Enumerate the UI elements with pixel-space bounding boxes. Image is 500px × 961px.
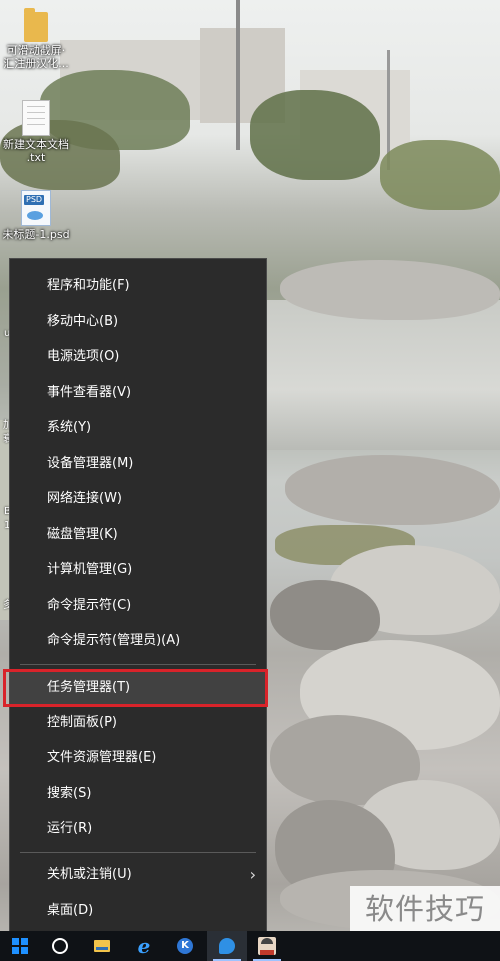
menu-item-label: 关机或注销(U) <box>47 867 132 882</box>
desktop-icon-label: 汇注册汉化... <box>3 57 69 70</box>
menu-item-file-explorer[interactable]: 文件资源管理器(E) <box>10 740 266 775</box>
file-explorer-icon <box>94 940 110 952</box>
cortana-button[interactable] <box>40 931 80 961</box>
menu-separator <box>20 852 256 853</box>
desktop-icon-psd-file[interactable]: PSD 未标题-1.psd <box>0 190 72 241</box>
taskbar-user-app[interactable] <box>247 931 287 961</box>
chevron-right-icon: › <box>249 865 256 884</box>
highlight-box <box>3 669 268 707</box>
k-app-icon: K <box>177 938 193 954</box>
internet-explorer-icon: e <box>137 934 151 958</box>
psd-badge: PSD <box>24 195 45 205</box>
menu-item-device-manager[interactable]: 设备管理器(M) <box>10 446 266 481</box>
watermark: 软件技巧 <box>350 886 500 933</box>
menu-item-command-prompt[interactable]: 命令提示符(C) <box>10 588 266 623</box>
menu-item-programs-and-features[interactable]: 程序和功能(F) <box>10 268 266 303</box>
taskbar-app[interactable] <box>207 931 247 961</box>
taskbar-k-app[interactable]: K <box>165 931 205 961</box>
taskbar-file-explorer[interactable] <box>82 931 122 961</box>
start-button[interactable] <box>0 931 40 961</box>
taskbar: e K <box>0 931 500 961</box>
cortana-icon <box>52 938 68 954</box>
menu-item-command-prompt-admin[interactable]: 命令提示符(管理员)(A) <box>10 623 266 658</box>
text-document-icon <box>22 100 50 136</box>
menu-item-computer-management[interactable]: 计算机管理(G) <box>10 552 266 587</box>
menu-item-run[interactable]: 运行(R) <box>10 811 266 846</box>
menu-separator <box>20 664 256 665</box>
desktop-icon-label: 可滑动截屏· <box>6 44 66 57</box>
menu-item-search[interactable]: 搜索(S) <box>10 776 266 811</box>
winx-context-menu: 程序和功能(F) 移动中心(B) 电源选项(O) 事件查看器(V) 系统(Y) … <box>9 258 267 933</box>
desktop-icon-folder[interactable]: 可滑动截屏· 汇注册汉化... <box>0 8 72 70</box>
user-avatar-icon <box>258 937 276 955</box>
menu-item-desktop[interactable]: 桌面(D) <box>10 893 266 928</box>
menu-item-power-options[interactable]: 电源选项(O) <box>10 339 266 374</box>
desktop-icon-label: 新建文本文档 <box>3 138 69 151</box>
desktop-icon-label: .txt <box>26 151 46 164</box>
app-icon <box>219 938 235 954</box>
windows-start-icon <box>12 938 28 954</box>
psd-file-icon: PSD <box>21 190 51 226</box>
taskbar-internet-explorer[interactable]: e <box>124 931 164 961</box>
menu-item-event-viewer[interactable]: 事件查看器(V) <box>10 375 266 410</box>
menu-item-mobility-center[interactable]: 移动中心(B) <box>10 304 266 339</box>
folder-icon <box>24 8 48 42</box>
menu-item-system[interactable]: 系统(Y) <box>10 410 266 445</box>
desktop-icon-text-file[interactable]: 新建文本文档 .txt <box>0 100 72 164</box>
menu-item-control-panel[interactable]: 控制面板(P) <box>10 705 266 740</box>
menu-item-shutdown-or-signout[interactable]: 关机或注销(U) › <box>10 857 266 892</box>
menu-item-disk-management[interactable]: 磁盘管理(K) <box>10 517 266 552</box>
menu-item-network-connections[interactable]: 网络连接(W) <box>10 481 266 516</box>
desktop-icon-label: 未标题-1.psd <box>2 228 70 241</box>
